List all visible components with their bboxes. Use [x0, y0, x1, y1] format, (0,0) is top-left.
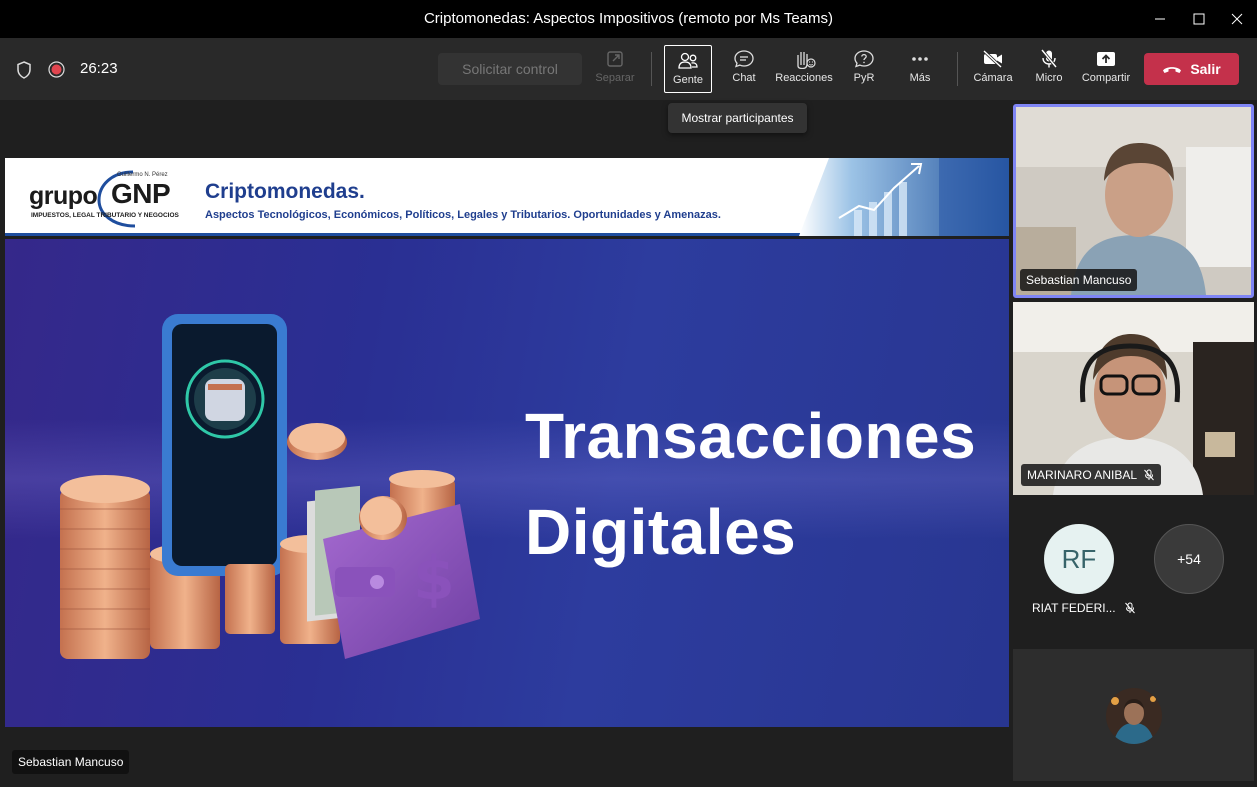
- people-button[interactable]: Gente: [664, 45, 712, 93]
- more-button[interactable]: Más: [892, 44, 948, 94]
- close-button[interactable]: [1214, 0, 1257, 38]
- share-button[interactable]: Compartir: [1076, 44, 1136, 94]
- more-participants-count: +54: [1177, 551, 1201, 567]
- shared-screen-stage: Guillermo N. Pérez grupo GNP IMPUESTOS, …: [0, 100, 1010, 787]
- growth-chart-graphic: [799, 158, 1009, 236]
- participant-2-name-tag: MARINARO ANIBAL: [1021, 464, 1162, 486]
- window-title: Criptomonedas: Aspectos Impositivos (rem…: [423, 10, 834, 27]
- more-participants-button[interactable]: +54: [1154, 524, 1224, 594]
- camera-button[interactable]: Cámara: [965, 44, 1021, 94]
- qa-label: PyR: [853, 72, 875, 84]
- slide-title-line1: Transacciones: [525, 400, 977, 472]
- maximize-icon: [1193, 13, 1205, 25]
- qa-icon: [854, 50, 874, 68]
- mic-button[interactable]: Micro: [1021, 44, 1077, 94]
- logo-sub-text: IMPUESTOS, LEGAL TRIBUTARIO Y NEGOCIOS: [31, 212, 179, 219]
- slide-header: Guillermo N. Pérez grupo GNP IMPUESTOS, …: [5, 158, 1009, 236]
- leave-button[interactable]: Salir: [1144, 53, 1239, 85]
- mic-off-icon: [1040, 49, 1058, 68]
- meeting-timer: 26:23: [80, 60, 118, 77]
- more-label: Más: [909, 72, 931, 84]
- request-control-button[interactable]: Solicitar control: [438, 53, 582, 85]
- self-view-tile[interactable]: [1013, 649, 1254, 781]
- share-icon: [1097, 52, 1115, 66]
- crypto-wallet-illustration: $: [60, 314, 480, 659]
- camera-off-icon: [982, 49, 1003, 69]
- presenter-name-tag: Sebastian Mancuso: [12, 750, 130, 774]
- meeting-toolbar: 26:23 Solicitar control Separar Gente Ch…: [0, 38, 1257, 100]
- title-bar: Criptomonedas: Aspectos Impositivos (rem…: [0, 0, 1257, 38]
- participant-3-name-tag: RIAT FEDERI...: [1032, 601, 1136, 615]
- mic-label: Micro: [1035, 72, 1063, 84]
- slide-header-title: Criptomonedas.: [205, 180, 365, 203]
- participant-tile-2[interactable]: MARINARO ANIBAL: [1013, 302, 1254, 495]
- hang-up-icon: [1163, 67, 1182, 73]
- reactions-button[interactable]: Reacciones: [772, 44, 836, 94]
- participant-1-name: Sebastian Mancuso: [1026, 273, 1132, 287]
- participant-2-name: MARINARO ANIBAL: [1027, 468, 1138, 482]
- participant-tile-1[interactable]: Sebastian Mancuso: [1013, 104, 1254, 298]
- pop-out-icon: [607, 51, 623, 67]
- audio-participants-row: RF RIAT FEDERI... +54: [1013, 500, 1254, 640]
- svg-text:$: $: [413, 544, 455, 614]
- raise-hand-icon: [797, 52, 816, 69]
- slide-header-subtitle: Aspectos Tecnológicos, Económicos, Polít…: [205, 209, 721, 221]
- muted-mic-icon: [1124, 602, 1135, 614]
- chat-button[interactable]: Chat: [716, 44, 772, 94]
- chat-icon: [734, 50, 754, 68]
- shield-icon[interactable]: [16, 61, 32, 79]
- recording-icon: [48, 61, 65, 78]
- participant-3-initials: RF: [1061, 543, 1097, 574]
- presentation-slide: Guillermo N. Pérez grupo GNP IMPUESTOS, …: [5, 158, 1009, 727]
- slide-title-line2: Digitales: [525, 496, 797, 568]
- leave-label: Salir: [1190, 61, 1221, 77]
- logo-brand-text: GNP: [111, 178, 171, 209]
- participant-1-video: [1016, 107, 1251, 295]
- reactions-label: Reacciones: [775, 72, 833, 84]
- close-icon: [1231, 13, 1243, 25]
- minimize-icon: [1155, 18, 1165, 20]
- share-label: Compartir: [1081, 72, 1131, 84]
- participant-3-avatar[interactable]: RF: [1044, 524, 1114, 594]
- gnp-logo: Guillermo N. Pérez grupo GNP IMPUESTOS, …: [29, 170, 179, 228]
- pop-out-button[interactable]: Separar: [587, 44, 643, 94]
- people-icon: [678, 52, 698, 69]
- participant-3-name: RIAT FEDERI...: [1032, 601, 1116, 615]
- people-label: Gente: [673, 74, 703, 86]
- qa-button[interactable]: PyR: [836, 44, 892, 94]
- pop-out-label: Separar: [595, 72, 635, 84]
- muted-mic-icon: [1144, 469, 1154, 481]
- slide-body: $ Transacciones Digitales: [5, 239, 1009, 727]
- participant-1-name-tag: Sebastian Mancuso: [1020, 269, 1138, 291]
- chat-label: Chat: [732, 72, 756, 84]
- more-icon: [912, 57, 928, 61]
- logo-main-text: grupo: [29, 182, 98, 210]
- camera-label: Cámara: [973, 72, 1013, 84]
- people-tooltip: Mostrar participantes: [668, 103, 807, 133]
- self-view-avatar: [1106, 688, 1162, 744]
